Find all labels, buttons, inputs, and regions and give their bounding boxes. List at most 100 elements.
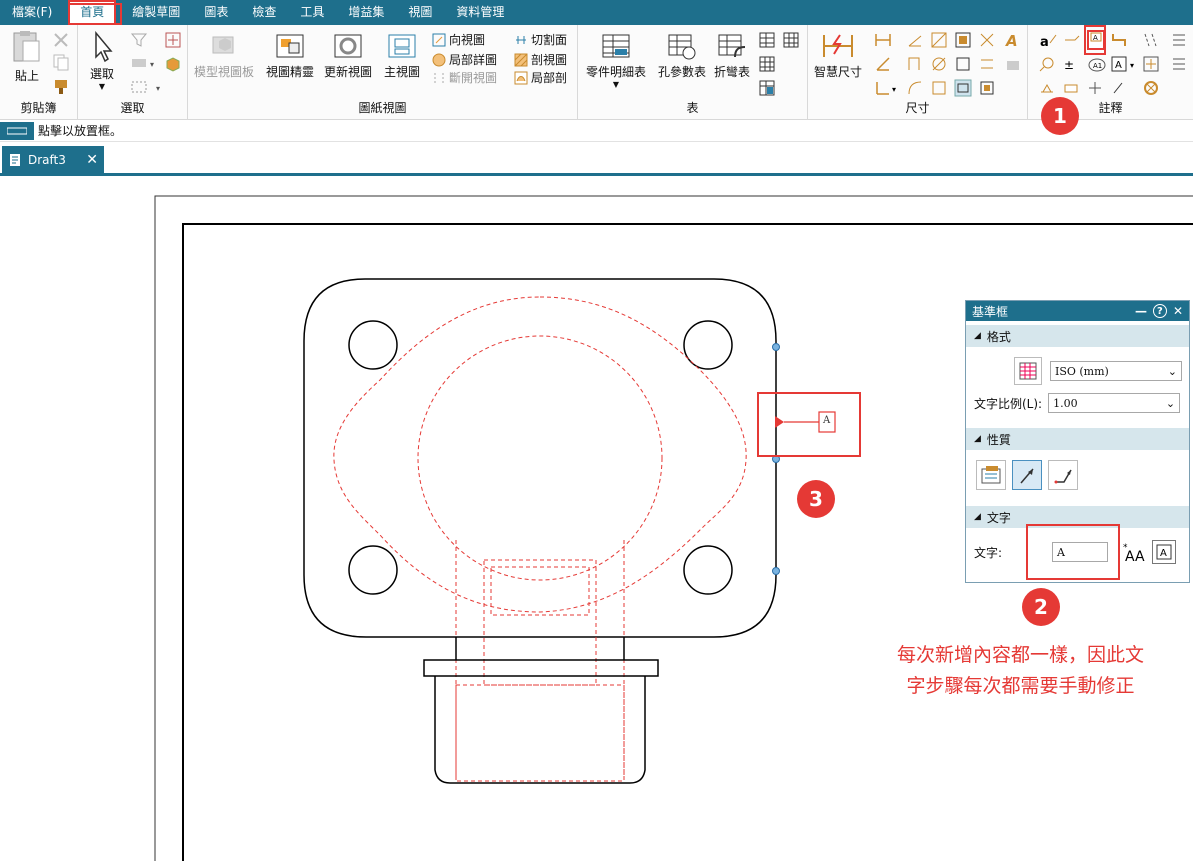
leader-mode-button[interactable] xyxy=(1012,460,1042,490)
menu-item[interactable]: 資料管理 xyxy=(444,0,516,25)
break-line-button[interactable] xyxy=(1048,460,1078,490)
paste-button[interactable]: 貼上 xyxy=(10,29,44,84)
callout-badge-2: 2 xyxy=(1022,588,1060,626)
select-group-label: 選取 xyxy=(120,101,145,115)
model-view-palette-button[interactable]: 模型視圖板 xyxy=(194,31,254,80)
annotation-more-icon[interactable] xyxy=(1110,79,1128,97)
svg-text:▾: ▾ xyxy=(892,85,896,94)
distance-between-icon[interactable] xyxy=(874,31,892,49)
angular-dimension-icon[interactable] xyxy=(906,31,924,49)
close-icon[interactable]: ✕ xyxy=(1173,304,1183,318)
chamfer-dimension-icon[interactable] xyxy=(954,31,972,49)
update-views-button[interactable]: 更新視圖 xyxy=(324,31,372,80)
coordinate-dimension-icon[interactable]: ▾ xyxy=(874,79,900,97)
hatch-icon[interactable] xyxy=(1142,79,1160,97)
retrieve-dimension-icon[interactable] xyxy=(954,79,972,97)
bolt-circle-icon[interactable] xyxy=(1170,55,1188,73)
center-mark-icon[interactable] xyxy=(1142,55,1160,73)
symmetric-diameter-icon[interactable] xyxy=(930,31,948,49)
text-style-icon[interactable]: A xyxy=(1004,31,1022,49)
fit-view-icon[interactable] xyxy=(164,31,182,49)
table-layout-icon[interactable] xyxy=(758,79,776,97)
select-layer-icon[interactable]: ▾ xyxy=(130,55,158,71)
copy-icon[interactable] xyxy=(52,53,70,71)
menu-item[interactable]: 繪製草圖 xyxy=(120,0,192,25)
auxiliary-view-button[interactable]: 向視圖 xyxy=(432,31,485,48)
balloon-text-icon[interactable]: a xyxy=(1038,31,1058,49)
surface-texture-icon[interactable]: ± xyxy=(1062,55,1080,73)
view-wizard-button[interactable]: 視圖精靈 xyxy=(266,31,314,80)
svg-text:A1: A1 xyxy=(1093,62,1102,70)
table-format-icon[interactable] xyxy=(758,55,776,73)
connector-icon[interactable] xyxy=(1110,31,1128,49)
section-view-button[interactable]: 剖視圖 xyxy=(514,51,567,68)
chevron-down-icon: ▼ xyxy=(612,80,620,89)
center-line-icon[interactable] xyxy=(1142,31,1160,49)
position-dimension-icon[interactable] xyxy=(930,79,948,97)
parts-list-button[interactable]: 零件明細表 ▼ xyxy=(586,31,646,89)
properties-dialog-button[interactable] xyxy=(976,460,1006,490)
leader-dimension-icon[interactable] xyxy=(954,55,972,73)
minimize-icon[interactable]: — xyxy=(1135,304,1147,318)
select-button[interactable]: 選取 ▼ xyxy=(88,31,116,91)
properties-section-header[interactable]: ◢ 性質 xyxy=(966,428,1189,450)
angle-between-icon[interactable] xyxy=(874,55,892,73)
grid-table-icon[interactable] xyxy=(782,31,800,49)
menu-item[interactable]: 增益集 xyxy=(336,0,396,25)
filter-icon[interactable] xyxy=(130,31,148,49)
leader-icon[interactable] xyxy=(1062,31,1080,49)
table-tool-icon[interactable] xyxy=(758,31,776,49)
cutting-plane-button[interactable]: 切割面 xyxy=(514,31,567,48)
text-scale-select[interactable]: 1.00 ⌄ xyxy=(1048,393,1181,413)
hole-table-label: 孔參數表 xyxy=(658,65,707,79)
datum-frame-placement-highlight xyxy=(757,392,861,457)
document-tab[interactable]: Draft3 ✕ xyxy=(2,146,104,173)
auto-dimension-icon[interactable] xyxy=(978,55,996,73)
menu-item[interactable]: 工具 xyxy=(288,0,336,25)
selection-box-icon[interactable]: ▾ xyxy=(130,79,166,95)
dimension-style-icon[interactable] xyxy=(978,31,996,49)
broken-view-button[interactable]: 斷開視圖 xyxy=(432,69,497,86)
smart-dimension-button[interactable]: 智慧尺寸 xyxy=(814,31,862,80)
format-section-header[interactable]: ◢ 格式 xyxy=(966,325,1189,347)
arc-length-icon[interactable] xyxy=(906,55,924,73)
datum-target-icon[interactable]: A1 xyxy=(1086,55,1108,73)
properties-buttons xyxy=(976,460,1078,490)
part-icon[interactable] xyxy=(164,55,182,73)
collapse-triangle-icon: ◢ xyxy=(974,512,981,522)
command-bar-icon xyxy=(0,121,34,140)
weld-symbol-icon[interactable] xyxy=(1038,79,1056,97)
font-size-button[interactable]: * AA xyxy=(1120,539,1146,565)
bolt-hole-circle-icon[interactable] xyxy=(1170,31,1188,49)
feature-control-frame-icon[interactable]: A ▾ xyxy=(1110,55,1138,73)
format-painter-icon[interactable] xyxy=(52,77,70,95)
arc-angle-icon[interactable] xyxy=(906,79,924,97)
menu-item[interactable]: 視圖 xyxy=(396,0,444,25)
help-icon[interactable]: ? xyxy=(1152,304,1167,318)
break-line-icon xyxy=(1054,469,1072,484)
menu-item[interactable]: 檔案(F) xyxy=(0,0,64,25)
close-icon[interactable]: ✕ xyxy=(86,152,98,168)
detail-view-button[interactable]: 局部詳圖 xyxy=(432,51,497,68)
edge-condition-icon[interactable] xyxy=(1062,79,1080,97)
broken-out-section-button[interactable]: 局部剖 xyxy=(514,69,567,86)
hole-table-button[interactable]: 孔參數表 xyxy=(658,31,706,80)
principal-view-button[interactable]: 主視圖 xyxy=(384,31,420,80)
bend-table-button[interactable]: 折彎表 xyxy=(714,31,750,80)
style-manager-button[interactable] xyxy=(1014,357,1042,385)
cut-icon[interactable] xyxy=(52,31,70,49)
text-frame-button[interactable]: A xyxy=(1152,540,1177,564)
text-size-icon: *AA xyxy=(1123,543,1145,564)
menu-item[interactable]: 檢查 xyxy=(240,0,288,25)
style-select[interactable]: ISO (mm) ⌄ xyxy=(1050,361,1182,381)
radial-dimension-icon[interactable] xyxy=(930,55,948,73)
callout-icon[interactable] xyxy=(1038,55,1056,73)
copy-dimension-icon[interactable] xyxy=(978,79,996,97)
broken-view-label: 斷開視圖 xyxy=(449,71,498,85)
drawing-views-group: 模型視圖板 視圖精靈 更新視圖 主視圖 向視圖 局部詳圖 斷開視圖 切割面 剖視… xyxy=(188,25,578,120)
menu-item[interactable]: 圖表 xyxy=(192,0,240,25)
svg-text:±: ± xyxy=(1064,58,1074,72)
smart-dimension-label: 智慧尺寸 xyxy=(814,65,863,79)
center-mark-add-icon[interactable] xyxy=(1086,79,1104,97)
dimension-options-icon[interactable] xyxy=(1004,55,1022,73)
